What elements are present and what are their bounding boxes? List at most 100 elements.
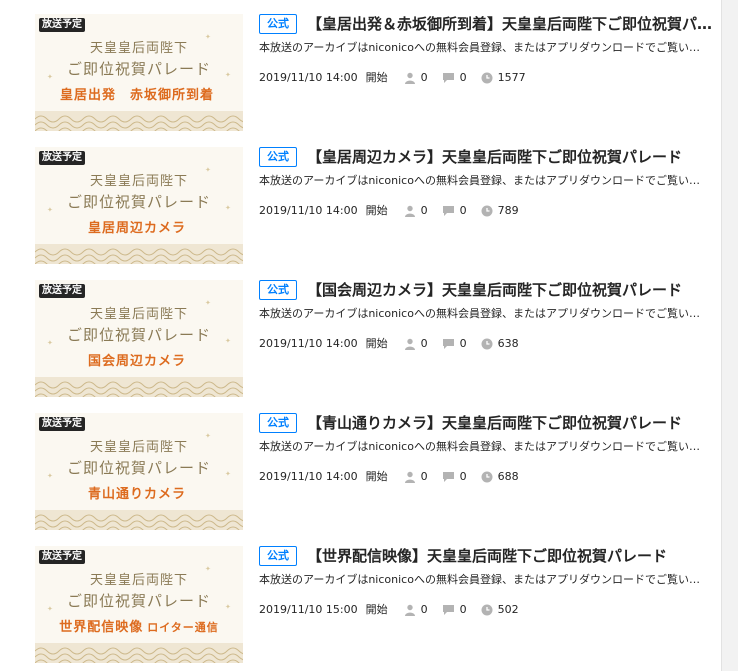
thumbnail-line-3-main: 国会周辺カメラ <box>87 354 186 369</box>
comment-icon <box>442 339 454 349</box>
program-description: 本放送のアーカイブはniconicoへの無料会員登録、またはアプリダウンロードで… <box>259 440 705 453</box>
program-title-link[interactable]: 【皇居周辺カメラ】天皇皇后両陛下ご即位祝賀パレード <box>307 147 715 167</box>
start-datetime: 2019/11/10 14:00 <box>259 470 358 483</box>
reservation-count: 502 <box>481 602 519 618</box>
thumbnail-line-3-sub: ロイター通信 <box>147 621 219 634</box>
program-item[interactable]: ✦ ✦ ✦ ✦ 天皇皇后両陛下 ご即位祝賀パレード 青山通りカメラ 放送予定 公… <box>35 413 715 533</box>
thumbnail-line-2: ご即位祝賀パレード <box>66 193 211 211</box>
program-thumbnail[interactable]: ✦ ✦ ✦ ✦ 天皇皇后両陛下 ご即位祝賀パレード 国会周辺カメラ 放送予定 <box>35 280 243 397</box>
thumbnail-line-2: ご即位祝賀パレード <box>66 459 211 477</box>
program-title-link[interactable]: 【皇居出発＆赤坂御所到着】天皇皇后両陛下ご即位祝賀パレード <box>307 14 715 34</box>
program-meta: 2019/11/10 14:00 開始 0 0 638 <box>259 336 709 352</box>
person-icon <box>404 604 415 616</box>
viewer-count-value: 0 <box>420 71 428 84</box>
program-item[interactable]: ✦ ✦ ✦ ✦ 天皇皇后両陛下 ご即位祝賀パレード 皇居周辺カメラ 放送予定 公… <box>35 147 715 267</box>
start-datetime: 2019/11/10 15:00 <box>259 603 358 616</box>
upcoming-badge: 放送予定 <box>39 18 85 32</box>
comment-count-value: 0 <box>459 337 467 350</box>
start-datetime: 2019/11/10 14:00 <box>259 337 358 350</box>
program-item[interactable]: ✦ ✦ ✦ ✦ 天皇皇后両陛下 ご即位祝賀パレード 世界配信映像ロイター通信 放… <box>35 546 715 666</box>
reservation-count-value: 638 <box>497 337 519 350</box>
official-badge: 公式 <box>259 280 297 300</box>
program-list-panel: ✦ ✦ ✦ ✦ 天皇皇后両陛下 ご即位祝賀パレード 皇居出発 赤坂御所到着 放送… <box>0 0 722 671</box>
thumbnail-line-1: 天皇皇后両陛下 <box>89 174 188 189</box>
program-meta: 2019/11/10 14:00 開始 0 0 789 <box>259 203 709 219</box>
program-title-link[interactable]: 【国会周辺カメラ】天皇皇后両陛下ご即位祝賀パレード <box>307 280 715 300</box>
thumbnail-line-2: ご即位祝賀パレード <box>66 592 211 610</box>
comment-count: 0 <box>442 70 467 86</box>
program-description: 本放送のアーカイブはniconicoへの無料会員登録、またはアプリダウンロードで… <box>259 41 705 54</box>
program-thumbnail[interactable]: ✦ ✦ ✦ ✦ 天皇皇后両陛下 ご即位祝賀パレード 皇居出発 赤坂御所到着 放送… <box>35 14 243 131</box>
comment-count-value: 0 <box>459 204 467 217</box>
start-label: 開始 <box>365 603 388 616</box>
upcoming-badge: 放送予定 <box>39 417 85 431</box>
comment-icon <box>442 73 454 83</box>
comment-count: 0 <box>442 602 467 618</box>
thumbnail-line-3: 世界配信映像 ロイター通信 <box>35 616 243 635</box>
thumbnail-line-3-main: 皇居出発 赤坂御所到着 <box>59 88 214 103</box>
program-thumbnail[interactable]: ✦ ✦ ✦ ✦ 天皇皇后両陛下 ご即位祝賀パレード 青山通りカメラ 放送予定 <box>35 413 243 530</box>
program-thumbnail[interactable]: ✦ ✦ ✦ ✦ 天皇皇后両陛下 ご即位祝賀パレード 皇居周辺カメラ 放送予定 <box>35 147 243 264</box>
program-description: 本放送のアーカイブはniconicoへの無料会員登録、またはアプリダウンロードで… <box>259 307 705 320</box>
upcoming-badge: 放送予定 <box>39 284 85 298</box>
reservation-count: 638 <box>481 336 519 352</box>
viewer-count-value: 0 <box>420 603 428 616</box>
thumbnail-line-3: 皇居周辺カメラ <box>35 217 243 236</box>
program-description: 本放送のアーカイブはniconicoへの無料会員登録、またはアプリダウンロードで… <box>259 174 705 187</box>
viewer-count-value: 0 <box>420 470 428 483</box>
person-icon <box>404 72 415 84</box>
program-item[interactable]: ✦ ✦ ✦ ✦ 天皇皇后両陛下 ご即位祝賀パレード 国会周辺カメラ 放送予定 公… <box>35 280 715 400</box>
thumbnail-line-3-main: 青山通りカメラ <box>87 487 186 502</box>
program-title-link[interactable]: 【青山通りカメラ】天皇皇后両陛下ご即位祝賀パレード <box>307 413 715 433</box>
program-item[interactable]: ✦ ✦ ✦ ✦ 天皇皇后両陛下 ご即位祝賀パレード 皇居出発 赤坂御所到着 放送… <box>35 14 715 134</box>
viewer-count: 0 <box>404 602 428 618</box>
reservation-count: 1577 <box>481 70 526 86</box>
official-badge: 公式 <box>259 413 297 433</box>
wave-pattern <box>35 510 243 530</box>
comment-count: 0 <box>442 336 467 352</box>
thumbnail-line-3-main: 世界配信映像 <box>59 620 144 635</box>
official-badge: 公式 <box>259 147 297 167</box>
wave-pattern <box>35 111 243 131</box>
start-datetime: 2019/11/10 14:00 <box>259 71 358 84</box>
start-label: 開始 <box>365 470 388 483</box>
viewer-count-value: 0 <box>420 204 428 217</box>
start-label: 開始 <box>365 71 388 84</box>
comment-count-value: 0 <box>459 71 467 84</box>
thumbnail-line-2: ご即位祝賀パレード <box>66 60 211 78</box>
reservation-count-value: 502 <box>497 603 519 616</box>
clock-icon <box>481 471 493 483</box>
clock-icon <box>481 72 493 84</box>
viewer-count: 0 <box>404 70 428 86</box>
person-icon <box>404 205 415 217</box>
upcoming-badge: 放送予定 <box>39 550 85 564</box>
viewer-count: 0 <box>404 336 428 352</box>
start-label: 開始 <box>365 204 388 217</box>
start-datetime: 2019/11/10 14:00 <box>259 204 358 217</box>
person-icon <box>404 471 415 483</box>
program-meta: 2019/11/10 15:00 開始 0 0 502 <box>259 602 709 618</box>
comment-icon <box>442 206 454 216</box>
person-icon <box>404 338 415 350</box>
viewer-count-value: 0 <box>420 337 428 350</box>
clock-icon <box>481 205 493 217</box>
official-badge: 公式 <box>259 14 297 34</box>
comment-count-value: 0 <box>459 470 467 483</box>
thumbnail-line-3-main: 皇居周辺カメラ <box>87 221 186 236</box>
program-title-link[interactable]: 【世界配信映像】天皇皇后両陛下ご即位祝賀パレード <box>307 546 715 566</box>
upcoming-badge: 放送予定 <box>39 151 85 165</box>
comment-count: 0 <box>442 469 467 485</box>
clock-icon <box>481 338 493 350</box>
comment-count: 0 <box>442 203 467 219</box>
comment-count-value: 0 <box>459 603 467 616</box>
wave-pattern <box>35 377 243 397</box>
viewer-count: 0 <box>404 469 428 485</box>
program-thumbnail[interactable]: ✦ ✦ ✦ ✦ 天皇皇后両陛下 ご即位祝賀パレード 世界配信映像ロイター通信 放… <box>35 546 243 663</box>
comment-icon <box>442 472 454 482</box>
thumbnail-line-1: 天皇皇后両陛下 <box>89 440 188 455</box>
clock-icon <box>481 604 493 616</box>
thumbnail-line-1: 天皇皇后両陛下 <box>89 307 188 322</box>
comment-icon <box>442 605 454 615</box>
wave-pattern <box>35 244 243 264</box>
thumbnail-line-1: 天皇皇后両陛下 <box>89 573 188 588</box>
